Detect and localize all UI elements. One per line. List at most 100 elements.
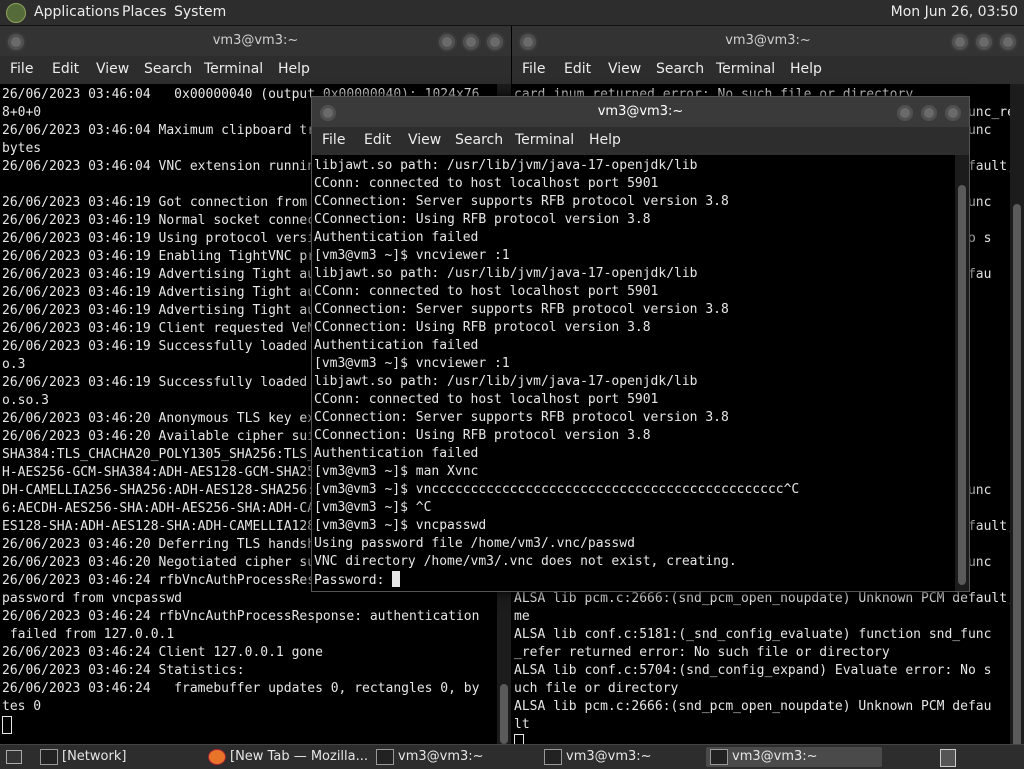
taskbar-item-label: [New Tab — Mozilla... <box>230 749 369 764</box>
taskbar-item-label: [Network] <box>62 749 127 764</box>
taskbar-item-terminal-1[interactable]: vm3@vm3:~ <box>372 747 538 767</box>
terminal-line: ALSA lib conf.c:5181:(_snd_config_evalua… <box>514 627 992 642</box>
scrollbar-thumb[interactable] <box>1013 204 1021 744</box>
menu-search[interactable]: Search <box>455 132 503 148</box>
terminal-prompt-line: Password: <box>314 571 799 590</box>
terminal-line: ALSA lib conf.c:5704:(snd_config_expand)… <box>514 663 992 678</box>
terminal-line: lt <box>514 717 530 732</box>
terminal-line: Authentication failed <box>314 338 479 353</box>
menu-search[interactable]: Search <box>656 61 704 77</box>
terminal-line: ALSA lib pcm.c:2666:(snd_pcm_open_noupda… <box>514 591 1010 606</box>
folder-icon <box>40 749 58 765</box>
scrollbar[interactable] <box>955 155 969 591</box>
taskbar-item-label: vm3@vm3:~ <box>566 749 652 764</box>
taskbar-item-terminal-2[interactable]: vm3@vm3:~ <box>540 747 706 767</box>
terminal-line: failed from 127.0.0.1 <box>2 627 175 642</box>
window-title: vm3@vm3:~ <box>597 104 684 119</box>
menu-edit[interactable]: Edit <box>52 61 79 77</box>
terminal-line: CConn: connected to host localhost port … <box>314 284 659 299</box>
scrollbar-thumb[interactable] <box>958 185 966 585</box>
maximize-icon[interactable] <box>919 103 939 123</box>
close-icon[interactable] <box>485 32 505 52</box>
minimize-icon[interactable] <box>437 32 457 52</box>
terminal-line: ALSA lib pcm.c:2666:(snd_pcm_open_noupda… <box>514 699 992 714</box>
terminal-line: Authentication failed <box>314 230 479 245</box>
applications-menu[interactable]: Applications <box>34 4 120 20</box>
places-menu[interactable]: Places <box>122 4 167 20</box>
terminal-line: Using password file /home/vm3/.vnc/passw… <box>314 536 635 551</box>
terminal-line: CConn: connected to host localhost port … <box>314 176 659 191</box>
terminal-line: 26/06/2023 03:46:24 Client 127.0.0.1 gon… <box>2 645 323 660</box>
menu-terminal[interactable]: Terminal <box>515 132 574 148</box>
taskbar-item-terminal-3[interactable]: vm3@vm3:~ <box>706 747 882 767</box>
terminal-line: 26/06/2023 03:46:24 framebuffer updates … <box>2 681 480 696</box>
distro-logo-icon[interactable] <box>6 3 26 23</box>
maximize-icon[interactable] <box>974 32 994 52</box>
menu-terminal[interactable]: Terminal <box>204 61 263 77</box>
menu-edit[interactable]: Edit <box>364 132 391 148</box>
terminal-line: CConnection: Server supports RFB protoco… <box>314 410 729 425</box>
terminal-line: CConn: connected to host localhost port … <box>314 392 659 407</box>
window-title: vm3@vm3:~ <box>212 33 299 48</box>
menu-file[interactable]: File <box>322 132 345 148</box>
menu-help[interactable]: Help <box>589 132 621 148</box>
menu-edit[interactable]: Edit <box>564 61 591 77</box>
firefox-icon <box>208 749 226 765</box>
window-titlebar[interactable]: vm3@vm3:~ <box>0 26 511 57</box>
menu-view[interactable]: View <box>408 132 441 148</box>
terminal-line: 26/06/2023 03:46:24 rfbVncAuthProcessRes… <box>2 609 480 624</box>
terminal-prompt-line <box>514 734 1010 744</box>
clock[interactable]: Mon Jun 26, 03:50 <box>891 4 1018 20</box>
menu-file[interactable]: File <box>522 61 545 77</box>
password-prompt: Password: <box>314 573 393 588</box>
menubar: File Edit View Search Terminal Help <box>312 127 969 155</box>
terminal-line: Authentication failed <box>314 446 479 461</box>
terminal-line: libjawt.so path: /usr/lib/jvm/java-17-op… <box>314 374 698 389</box>
taskbar-item-network[interactable]: [Network] <box>36 747 212 767</box>
terminal-line: [vm3@vm3 ~]$ ^C <box>314 500 432 515</box>
terminal-line: VNC directory /home/vm3/.vnc does not ex… <box>314 554 737 569</box>
minimize-icon[interactable] <box>895 103 915 123</box>
terminal-line: uch file or directory <box>514 681 679 696</box>
menu-search[interactable]: Search <box>144 61 192 77</box>
terminal-line: [vm3@vm3 ~]$ vncviewer :1 <box>314 248 510 263</box>
menu-view[interactable]: View <box>96 61 129 77</box>
workspace-switcher[interactable] <box>938 747 958 767</box>
taskbar: [Network] [New Tab — Mozilla... vm3@vm3:… <box>0 744 1024 769</box>
menu-file[interactable]: File <box>10 61 33 77</box>
terminal-line: [vm3@vm3 ~]$ vncpasswd <box>314 518 487 533</box>
scrollbar[interactable] <box>1010 84 1024 744</box>
show-desktop-button[interactable] <box>4 747 22 767</box>
menu-help[interactable]: Help <box>278 61 310 77</box>
menu-terminal[interactable]: Terminal <box>716 61 775 77</box>
terminal-line: 26/06/2023 03:46:24 Statistics: <box>2 663 245 678</box>
maximize-icon[interactable] <box>461 32 481 52</box>
taskbar-item-firefox[interactable]: [New Tab — Mozilla... <box>204 747 390 767</box>
system-menu[interactable]: System <box>174 4 226 20</box>
window-titlebar[interactable]: vm3@vm3:~ <box>512 26 1024 57</box>
terminal-icon <box>710 749 728 765</box>
terminal-line: CConnection: Using RFB protocol version … <box>314 212 651 227</box>
menu-help[interactable]: Help <box>790 61 822 77</box>
terminal-output[interactable]: libjawt.so path: /usr/lib/jvm/java-17-op… <box>312 155 955 591</box>
terminal-window-front: vm3@vm3:~ File Edit View Search Terminal… <box>311 96 970 592</box>
workspace-icon <box>940 749 956 767</box>
terminal-line: libjawt.so path: /usr/lib/jvm/java-17-op… <box>314 266 698 281</box>
terminal-line: libjawt.so path: /usr/lib/jvm/java-17-op… <box>314 158 698 173</box>
taskbar-item-label: vm3@vm3:~ <box>732 749 818 764</box>
window-titlebar[interactable]: vm3@vm3:~ <box>312 97 969 128</box>
window-title: vm3@vm3:~ <box>725 33 811 48</box>
menubar: File Edit View Search Terminal Help <box>512 56 1024 84</box>
minimize-icon[interactable] <box>950 32 970 52</box>
close-icon[interactable] <box>943 103 963 123</box>
terminal-prompt-line <box>2 716 497 737</box>
text-cursor <box>392 571 401 587</box>
terminal-line: [vm3@vm3 ~]$ vncviewer :1 <box>314 356 510 371</box>
close-icon[interactable] <box>998 32 1018 52</box>
scrollbar-thumb[interactable] <box>500 684 508 744</box>
terminal-text: libjawt.so path: /usr/lib/jvm/java-17-op… <box>314 157 799 590</box>
terminal-line: [vm3@vm3 ~]$ man Xvnc <box>314 464 479 479</box>
terminal-line: [vm3@vm3 ~]$ vnccccccccccccccccccccccccc… <box>314 482 800 497</box>
menu-view[interactable]: View <box>608 61 641 77</box>
terminal-icon <box>544 749 562 765</box>
